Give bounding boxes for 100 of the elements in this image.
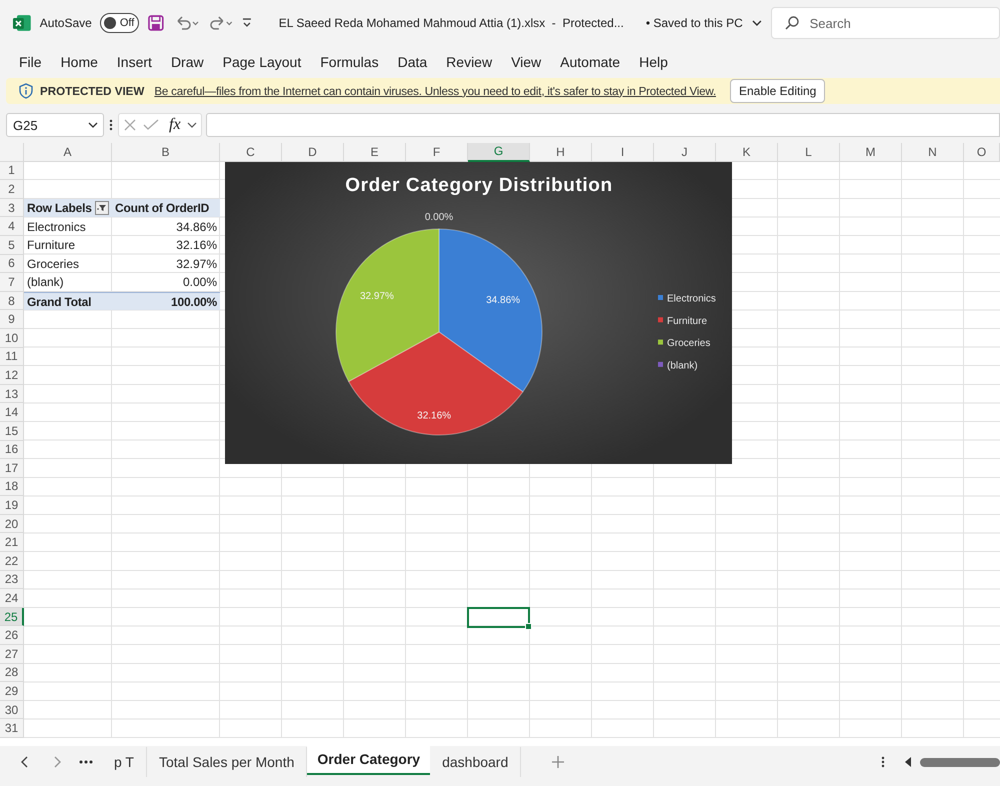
column-header[interactable]: B — [112, 143, 220, 162]
name-box[interactable]: G25 — [6, 113, 104, 137]
row-header[interactable]: 18 — [0, 478, 24, 496]
legend-label: Electronics — [667, 293, 716, 304]
row-header[interactable]: 20 — [0, 514, 24, 534]
column-header[interactable]: E — [344, 143, 406, 162]
row-header[interactable]: 9 — [0, 310, 24, 329]
menu-tab[interactable]: Automate — [560, 54, 620, 70]
autosave-toggle[interactable]: Off — [100, 13, 140, 33]
column-header[interactable]: F — [406, 143, 468, 162]
row-header[interactable]: 14 — [0, 403, 24, 422]
row-header[interactable]: 26 — [0, 626, 24, 646]
column-header[interactable]: K — [716, 143, 778, 162]
chart-title: Order Category Distribution — [345, 174, 613, 196]
column-header[interactable]: I — [592, 143, 654, 162]
row-header[interactable]: 21 — [0, 533, 24, 552]
table-cell-text: Electronics — [26, 218, 87, 236]
column-header[interactable]: N — [902, 143, 964, 162]
more-options-icon[interactable] — [108, 118, 114, 132]
row-header[interactable]: 1 — [0, 162, 24, 180]
check-icon[interactable] — [143, 118, 159, 132]
table-cell-text: 32.97% — [175, 256, 218, 273]
table-cell-text: (blank) — [26, 274, 65, 292]
row-header[interactable]: 10 — [0, 328, 24, 348]
row-header[interactable]: 28 — [0, 664, 24, 682]
table-cell: 100.00% — [112, 292, 220, 310]
enable-editing-button[interactable]: Enable Editing — [730, 79, 826, 103]
data-label: 32.97% — [360, 290, 394, 302]
row-header[interactable]: 4 — [0, 217, 24, 236]
menu-tab[interactable]: View — [511, 54, 542, 70]
more-options-icon[interactable] — [880, 755, 886, 769]
insert-function-button[interactable]: fx — [169, 116, 181, 134]
search-icon — [784, 15, 800, 31]
column-header[interactable]: H — [530, 143, 592, 162]
row-header[interactable]: 30 — [0, 700, 24, 720]
column-header[interactable]: G — [468, 143, 530, 162]
menu-tab[interactable]: Review — [446, 54, 492, 70]
save-icon[interactable] — [147, 14, 166, 32]
row-header[interactable]: 7 — [0, 273, 24, 292]
column-header[interactable]: M — [840, 143, 902, 162]
table-header: Count of OrderID — [112, 198, 220, 218]
row-header[interactable]: 16 — [0, 440, 24, 460]
scroll-left-icon[interactable] — [904, 757, 912, 767]
row-header[interactable]: 27 — [0, 645, 24, 664]
menu-tab[interactable]: Help — [639, 54, 668, 70]
table-cell-text: 0.00% — [182, 274, 218, 292]
add-sheet-icon[interactable] — [551, 755, 566, 769]
row-header[interactable]: 13 — [0, 384, 24, 404]
sheet-tab[interactable]: p T — [102, 747, 147, 777]
column-header[interactable]: C — [220, 143, 282, 162]
table-header: Row Labels — [27, 201, 92, 216]
filter-button-icon[interactable] — [95, 201, 109, 216]
row-header[interactable]: 11 — [0, 348, 24, 366]
column-header[interactable]: L — [778, 143, 840, 162]
row-header[interactable]: 2 — [0, 180, 24, 199]
autosave-label: AutoSave — [40, 16, 92, 30]
horizontal-scrollbar-thumb[interactable] — [920, 758, 1000, 766]
row-header[interactable]: 31 — [0, 719, 24, 738]
column-header[interactable]: O — [964, 143, 1000, 162]
table-cell-text: 32.16% — [175, 237, 218, 254]
search-field[interactable]: Search — [770, 7, 1000, 39]
protected-view-label: PROTECTED VIEW — [40, 84, 144, 98]
row-header[interactable]: 3 — [0, 198, 24, 218]
row-header[interactable]: 17 — [0, 459, 24, 478]
menu-tab[interactable]: Insert — [116, 54, 152, 70]
row-header[interactable]: 19 — [0, 496, 24, 515]
row-header[interactable]: 8 — [0, 292, 24, 310]
row-header[interactable]: 6 — [0, 254, 24, 274]
menu-tab[interactable]: File — [19, 54, 42, 70]
menu-tab[interactable]: Data — [398, 54, 428, 70]
row-header[interactable]: 29 — [0, 682, 24, 701]
column-header[interactable]: D — [282, 143, 344, 162]
menu-tab[interactable]: Formulas — [320, 54, 379, 70]
menu-tab[interactable]: Page Layout — [222, 54, 302, 70]
data-label: 34.86% — [486, 294, 520, 306]
sheet-tab[interactable]: dashboard — [430, 747, 522, 777]
row-header[interactable]: 12 — [0, 366, 24, 385]
row-header[interactable]: 5 — [0, 236, 24, 255]
legend-label: Groceries — [667, 338, 710, 349]
legend-label: Furniture — [667, 315, 708, 326]
document-title: EL Saeed Reda Mohamed Mahmoud Attia (1).xlsx - Protected... — [278, 16, 624, 30]
row-header[interactable]: 23 — [0, 570, 24, 590]
table-cell-text: Furniture — [26, 237, 76, 254]
formula-input[interactable] — [206, 113, 1000, 137]
row-header[interactable]: 22 — [0, 552, 24, 571]
table-cell-text: Groceries — [26, 256, 80, 273]
row-header[interactable]: 15 — [0, 422, 24, 440]
menu-tab[interactable]: Draw — [170, 54, 204, 70]
shield-info-icon — [18, 83, 34, 99]
chevron-down-icon[interactable] — [186, 120, 197, 130]
menu-tab[interactable]: Home — [60, 54, 98, 70]
table-cell-text: 34.86% — [175, 218, 218, 236]
row-header[interactable]: 25 — [0, 608, 24, 626]
sheet-tab[interactable]: Order Category — [307, 745, 430, 775]
warning-link[interactable]: Be careful—files from the Internet can contain viruses. Unless you need to edit, it's safer to stay in Protected View. — [154, 84, 716, 98]
column-header[interactable]: A — [24, 143, 112, 162]
row-header[interactable]: 24 — [0, 589, 24, 608]
save-status[interactable]: • Saved to this PC — [646, 16, 743, 30]
column-header[interactable]: J — [654, 143, 716, 162]
table-cell: Grand Total — [24, 292, 112, 310]
